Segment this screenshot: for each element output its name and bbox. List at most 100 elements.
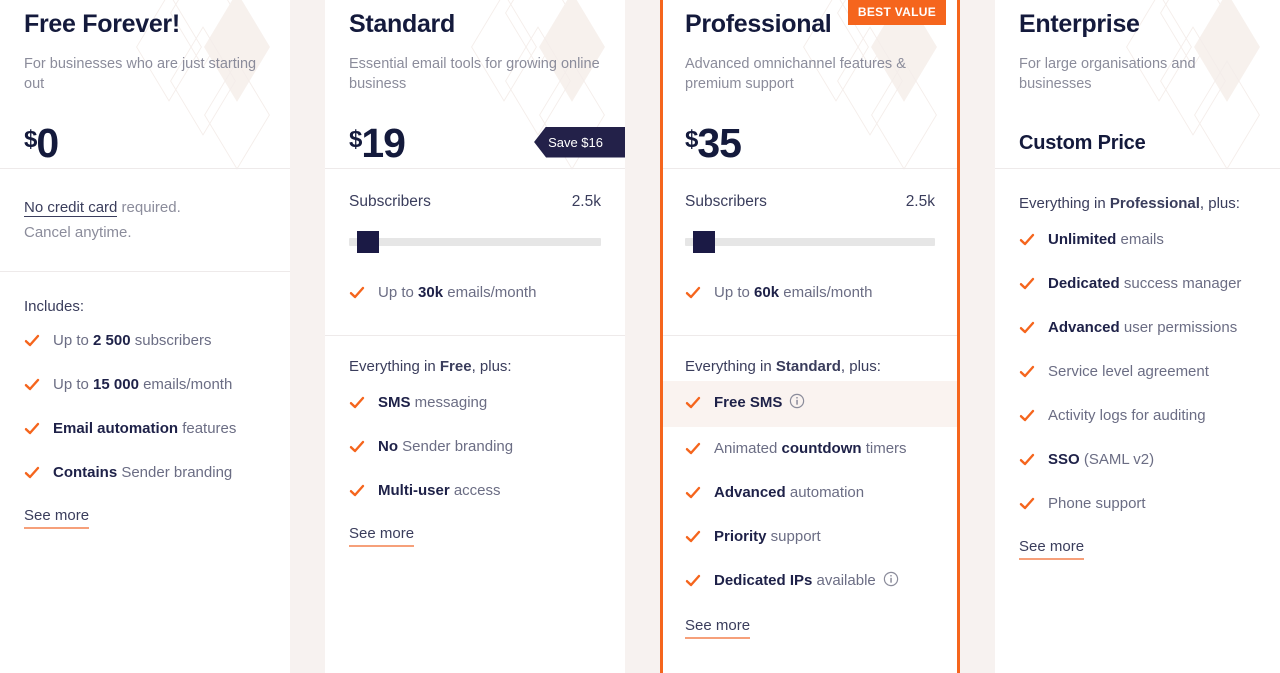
subscribers-value: 2.5k xyxy=(571,192,601,210)
feature-item: Advanced user permissions xyxy=(1019,306,1256,350)
price-currency: $ xyxy=(24,126,37,153)
plan-price-row: $35 xyxy=(685,120,935,168)
feature-item: Dedicated success manager xyxy=(1019,262,1256,306)
subscribers-label: Subscribers xyxy=(685,192,767,210)
check-icon xyxy=(1019,276,1035,292)
feature-text: Service level agreement xyxy=(1048,362,1209,380)
plan-card-standard[interactable]: Standard Essential email tools for growi… xyxy=(325,0,625,673)
check-icon xyxy=(685,529,701,545)
check-icon xyxy=(24,465,40,481)
feature-item: Priority support xyxy=(685,515,935,559)
info-icon[interactable] xyxy=(789,393,805,415)
feature-text: Animated countdown timers xyxy=(714,439,907,457)
plan-price: $0 xyxy=(24,120,59,166)
plan-card-free[interactable]: Free Forever! For businesses who are jus… xyxy=(0,0,290,673)
price-amount: 0 xyxy=(36,120,59,166)
everything-in-label: Everything in Professional, plus: xyxy=(1019,194,1240,212)
feature-item: Up to 15 000 emails/month xyxy=(24,363,266,407)
subscribers-value: 2.5k xyxy=(905,192,935,210)
see-more-link[interactable]: See more xyxy=(685,617,751,639)
check-icon xyxy=(685,285,701,301)
feature-item: Contains Sender branding xyxy=(24,451,266,495)
see-more-link[interactable]: See more xyxy=(24,507,90,529)
feature-text: Advanced user permissions xyxy=(1048,318,1238,336)
plan-card-enterprise[interactable]: Enterprise For large organisations and b… xyxy=(995,0,1280,673)
check-icon xyxy=(1019,320,1035,336)
check-icon xyxy=(1019,452,1035,468)
check-icon xyxy=(349,483,365,499)
feature-text: Dedicated IPs available xyxy=(714,571,899,593)
plan-price-row: $19 Save $16 xyxy=(349,120,625,168)
feature-text: Phone support xyxy=(1048,494,1146,512)
plan-price: $35 xyxy=(685,120,742,166)
see-more-link[interactable]: See more xyxy=(1019,538,1085,560)
feature-text: Unlimited emails xyxy=(1048,230,1164,248)
feature-item: Dedicated IPs available xyxy=(685,559,935,605)
plan-price-row: Custom Price xyxy=(1019,120,1256,168)
save-badge: Save $16 xyxy=(534,126,625,158)
feature-item: Up to 30k emails/month xyxy=(349,271,601,315)
feature-item: Multi-user access xyxy=(349,469,601,513)
feature-item: Up to 2 500 subscribers xyxy=(24,319,266,363)
feature-item: Advanced automation xyxy=(685,471,935,515)
feature-item: Unlimited emails xyxy=(1019,218,1256,262)
custom-price-label: Custom Price xyxy=(1019,132,1146,154)
subscribers-label: Subscribers xyxy=(349,192,431,210)
feature-item: Phone support xyxy=(1019,482,1256,526)
feature-item: Animated countdown timers xyxy=(685,427,935,471)
check-icon xyxy=(349,285,365,301)
subscribers-slider[interactable] xyxy=(685,230,935,253)
plan-card-professional[interactable]: BEST VALUE Professional Advanced omnicha… xyxy=(660,0,960,673)
plan-description: For businesses who are just starting out xyxy=(24,55,257,92)
info-icon[interactable] xyxy=(883,571,899,593)
feature-item: Activity logs for auditing xyxy=(1019,394,1256,438)
plan-title: Enterprise xyxy=(1019,10,1140,38)
feature-text: Up to 2 500 subscribers xyxy=(53,331,212,349)
feature-text: SSO (SAML v2) xyxy=(1048,450,1155,468)
feature-text: SMS messaging xyxy=(378,393,488,411)
subscribers-header: Subscribers 2.5k xyxy=(685,193,935,211)
column-gap xyxy=(290,0,325,673)
slider-handle[interactable] xyxy=(356,230,379,253)
plan-price-row: $0 xyxy=(24,120,266,168)
plan-title: Free Forever! xyxy=(24,10,180,38)
plan-price: $19 xyxy=(349,123,406,164)
check-icon xyxy=(685,485,701,501)
check-icon xyxy=(1019,496,1035,512)
see-more-link[interactable]: See more xyxy=(349,525,415,547)
check-icon xyxy=(1019,408,1035,424)
price-amount: 35 xyxy=(697,120,742,166)
subscribers-header: Subscribers 2.5k xyxy=(349,193,601,211)
feature-text: Contains Sender branding xyxy=(53,463,233,481)
feature-text: Up to 15 000 emails/month xyxy=(53,375,233,393)
plan-title: Standard xyxy=(349,10,455,38)
price-currency: $ xyxy=(685,126,698,153)
feature-text: Advanced automation xyxy=(714,483,865,501)
pricing-plans-grid: Free Forever! For businesses who are jus… xyxy=(0,0,1280,673)
feature-text: Priority support xyxy=(714,527,821,545)
check-icon xyxy=(349,395,365,411)
feature-item[interactable]: Free SMS xyxy=(663,380,957,427)
check-icon xyxy=(24,421,40,437)
feature-item: Service level agreement xyxy=(1019,350,1256,394)
slider-track[interactable] xyxy=(685,237,935,246)
check-icon xyxy=(349,439,365,455)
plan-description: For large organisations and businesses xyxy=(1019,55,1196,92)
plan-description: Advanced omnichannel features & premium … xyxy=(685,55,906,92)
no-credit-card-rest: required. xyxy=(117,198,181,216)
feature-item: No Sender branding xyxy=(349,425,601,469)
plan-description: Essential email tools for growing online… xyxy=(349,55,600,92)
feature-text: Multi-user access xyxy=(378,481,501,499)
everything-in-label: Everything in Free, plus: xyxy=(349,357,512,375)
slider-handle[interactable] xyxy=(692,230,715,253)
feature-text: Up to 60k emails/month xyxy=(714,283,873,301)
check-icon xyxy=(685,573,701,589)
column-gap xyxy=(625,0,660,673)
feature-item: Email automation features xyxy=(24,407,266,451)
slider-track[interactable] xyxy=(349,237,601,246)
subscribers-slider-block: Subscribers 2.5k Up to 30k emails/month xyxy=(325,169,625,335)
subscribers-slider[interactable] xyxy=(349,230,601,253)
no-credit-card-link[interactable]: No credit card xyxy=(24,198,118,217)
feature-item: Up to 60k emails/month xyxy=(685,271,935,315)
check-icon xyxy=(685,441,701,457)
